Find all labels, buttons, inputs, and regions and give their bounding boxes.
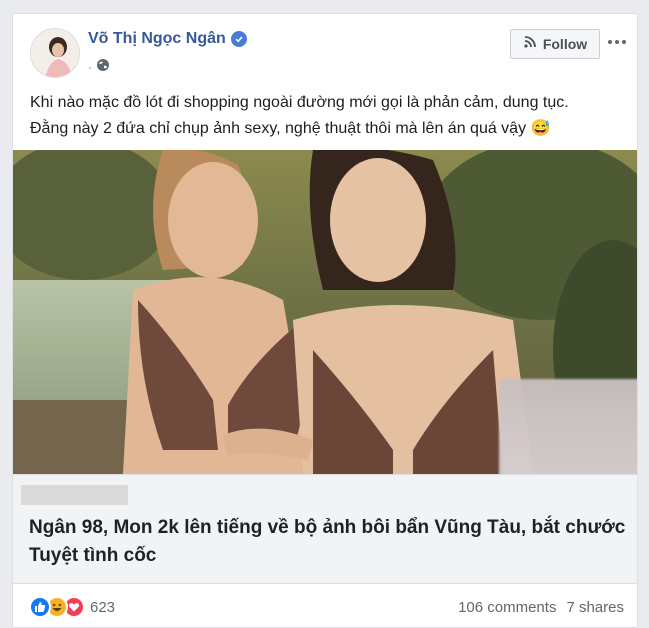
post-text: Khi nào mặc đồ lót đi shopping ngoài đườ… — [30, 90, 630, 142]
blurred-region — [499, 379, 637, 474]
comments-count[interactable]: 106 comments — [458, 599, 556, 616]
globe-icon[interactable] — [96, 58, 110, 75]
follow-button[interactable]: Follow — [510, 29, 600, 59]
link-meta[interactable]: Ngân 98, Mon 2k lên tiếng về bộ ảnh bôi … — [13, 474, 637, 584]
post-footer: 623 106 comments 7 shares — [13, 586, 637, 627]
post-meta: · — [88, 58, 110, 75]
link-preview-image[interactable] — [13, 150, 637, 474]
author-avatar[interactable] — [30, 28, 80, 78]
reaction-count: 623 — [90, 598, 116, 616]
link-preview[interactable]: Ngân 98, Mon 2k lên tiếng về bộ ảnh bôi … — [13, 150, 637, 586]
more-options-icon[interactable] — [605, 32, 629, 52]
follow-label: Follow — [542, 36, 588, 52]
post-text-line: Khi nào mặc đồ lót đi shopping ngoài đườ… — [30, 94, 569, 111]
shares-count[interactable]: 7 shares — [566, 599, 624, 616]
post-card: Võ Thị Ngọc Ngân · Follow Khi nào mặc đồ… — [12, 13, 638, 628]
meta-dot: · — [88, 59, 92, 74]
engagement-stats: 106 comments 7 shares — [458, 599, 624, 616]
reactions-summary[interactable]: 623 — [29, 596, 115, 618]
post-header: Võ Thị Ngọc Ngân · Follow — [13, 14, 637, 80]
author-name[interactable]: Võ Thị Ngọc Ngân — [88, 30, 226, 48]
link-title[interactable]: Ngân 98, Mon 2k lên tiếng về bộ ảnh bôi … — [29, 514, 629, 570]
author-line: Võ Thị Ngọc Ngân — [88, 30, 247, 48]
like-reaction-icon — [29, 596, 51, 618]
rss-icon — [523, 35, 537, 54]
blurred-domain — [21, 485, 128, 505]
verified-badge-icon — [230, 31, 247, 47]
post-text-line: Đằng này 2 đứa chỉ chụp ảnh sexy, nghệ t… — [30, 120, 551, 137]
